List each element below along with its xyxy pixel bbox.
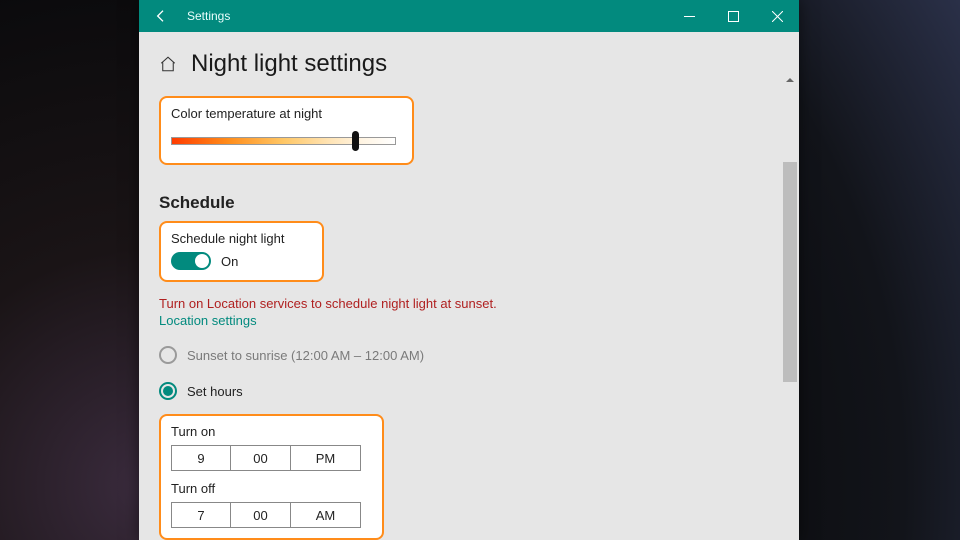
schedule-toggle-label: Schedule night light [171,231,312,246]
settings-window: Settings Night light settings Color temp… [139,0,799,540]
minimize-icon [684,11,695,22]
close-icon [772,11,783,22]
turn-on-minute[interactable]: 00 [231,445,291,471]
toggle-knob [195,254,209,268]
turn-off-label: Turn off [171,481,372,496]
radio-icon [159,382,177,400]
schedule-heading: Schedule [159,193,779,213]
window-title: Settings [187,9,230,23]
radio-sethours-label: Set hours [187,384,243,399]
turn-off-hour[interactable]: 7 [171,502,231,528]
schedule-toggle-state: On [221,254,238,269]
window-controls [667,0,799,32]
back-button[interactable] [139,0,183,32]
main-section: Color temperature at night Schedule Sche… [139,96,799,540]
location-warning: Turn on Location services to schedule ni… [159,296,779,311]
maximize-button[interactable] [711,0,755,32]
turn-on-time-picker[interactable]: 9 00 PM [171,445,372,471]
color-temperature-slider[interactable] [171,131,402,151]
scroll-up-arrow-icon[interactable] [785,72,795,82]
turn-off-ampm[interactable]: AM [291,502,361,528]
arrow-left-icon [153,8,169,24]
radio-sunset-label: Sunset to sunrise (12:00 AM – 12:00 AM) [187,348,424,363]
color-temperature-label: Color temperature at night [171,106,402,121]
turn-on-ampm[interactable]: PM [291,445,361,471]
location-settings-link[interactable]: Location settings [159,313,779,328]
titlebar: Settings [139,0,799,32]
turn-off-time-picker[interactable]: 7 00 AM [171,502,372,528]
maximize-icon [728,11,739,22]
schedule-toggle[interactable] [171,252,211,270]
content-area: Night light settings Color temperature a… [139,32,799,540]
slider-track [171,137,396,145]
minimize-button[interactable] [667,0,711,32]
close-button[interactable] [755,0,799,32]
radio-icon [159,346,177,364]
slider-thumb[interactable] [352,131,359,151]
radio-sethours[interactable]: Set hours [159,382,779,400]
schedule-toggle-group: Schedule night light On [159,221,324,282]
color-temperature-group: Color temperature at night [159,96,414,165]
radio-sunset: Sunset to sunrise (12:00 AM – 12:00 AM) [159,346,779,364]
radio-dot-icon [163,386,173,396]
page-title: Night light settings [191,50,387,78]
scrollbar-thumb[interactable] [783,162,797,382]
turn-on-hour[interactable]: 9 [171,445,231,471]
home-icon[interactable] [159,55,177,73]
time-settings-group: Turn on 9 00 PM Turn off 7 00 AM [159,414,384,540]
turn-on-label: Turn on [171,424,372,439]
page-header: Night light settings [139,32,799,86]
turn-off-minute[interactable]: 00 [231,502,291,528]
